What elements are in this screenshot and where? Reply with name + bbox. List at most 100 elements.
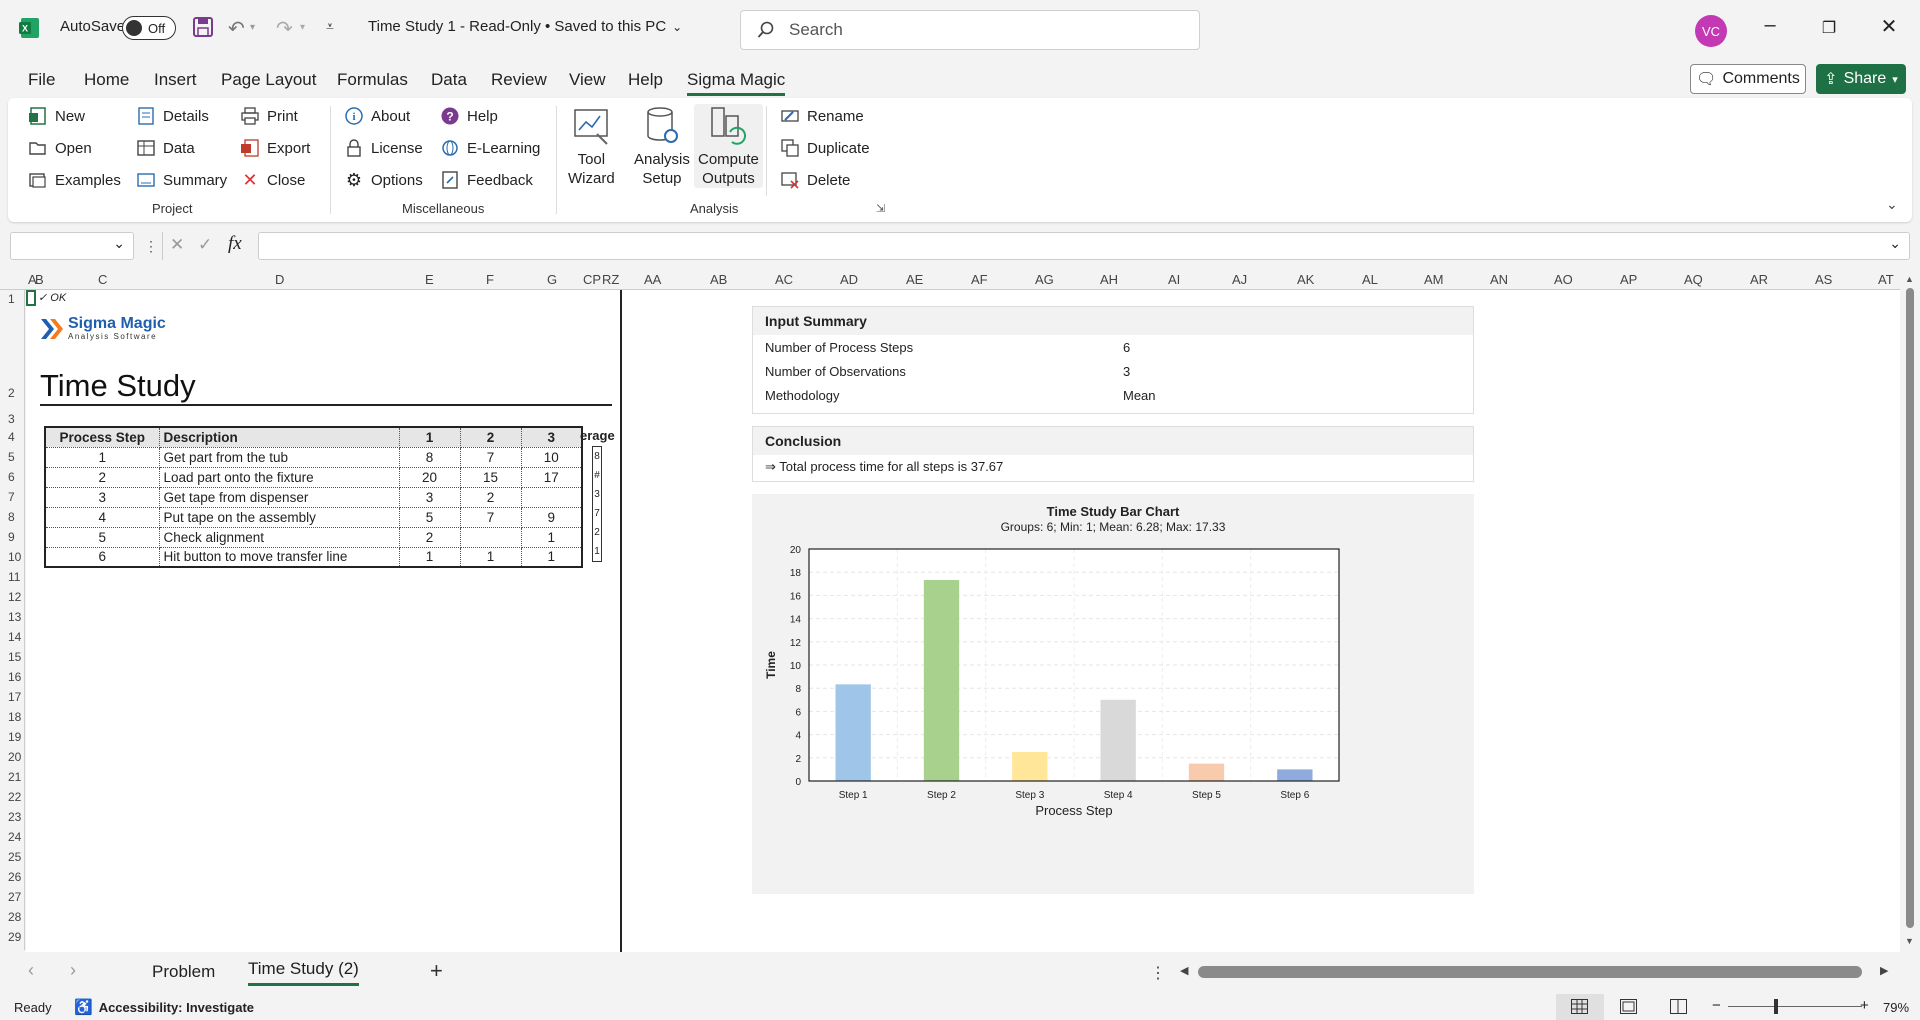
customize-qat-icon[interactable]: ⩡ <box>326 18 334 35</box>
document-title[interactable]: Time Study 1 - Read-Only • Saved to this… <box>368 18 682 35</box>
cell-obs[interactable]: 1 <box>398 546 461 568</box>
cell-obs[interactable]: 3 <box>398 486 461 508</box>
row-header[interactable]: 2 <box>8 386 15 400</box>
row-header[interactable]: 22 <box>8 790 21 804</box>
zoom-level[interactable]: 79% <box>1883 1000 1909 1015</box>
col-header-b[interactable]: B <box>35 272 44 287</box>
tab-time-study-2[interactable]: Time Study (2) <box>248 959 359 986</box>
average-cell[interactable]: 7 <box>593 504 601 523</box>
details-button[interactable]: Details <box>136 106 209 126</box>
cell-obs[interactable]: 1 <box>459 546 522 568</box>
row-header[interactable]: 7 <box>8 490 15 504</box>
cell-obs[interactable]: 20 <box>398 466 461 488</box>
scroll-down-icon[interactable]: ▼ <box>1905 936 1914 946</box>
menu-home[interactable]: Home <box>84 70 129 90</box>
row-header[interactable]: 4 <box>8 430 15 444</box>
cell-step[interactable]: 2 <box>44 466 160 488</box>
redo-dropdown-icon[interactable]: ▾ <box>300 22 305 33</box>
col-header-ab[interactable]: AB <box>710 272 727 287</box>
cell-description[interactable]: Get part from the tub <box>158 446 400 468</box>
header-obs-1[interactable]: 1 <box>398 426 461 448</box>
row-header[interactable]: 12 <box>8 590 21 604</box>
row-header[interactable]: 14 <box>8 630 21 644</box>
zoom-out-icon[interactable]: − <box>1712 997 1721 1014</box>
col-header-rz[interactable]: RZ <box>602 272 619 287</box>
row-header[interactable]: 16 <box>8 670 21 684</box>
examples-button[interactable]: Examples <box>28 170 121 190</box>
close-window-icon[interactable]: ✕ <box>1874 14 1904 39</box>
menu-page-layout[interactable]: Page Layout <box>221 70 316 90</box>
average-cell[interactable]: 3 <box>593 485 601 504</box>
average-cell[interactable]: 1 <box>593 542 601 561</box>
col-header-cp[interactable]: CP <box>583 272 601 287</box>
comments-button[interactable]: 🗨 Comments <box>1690 64 1806 94</box>
cell-description[interactable]: Put tape on the assembly <box>158 506 400 528</box>
cell-obs[interactable]: 2 <box>459 486 522 508</box>
cell-obs[interactable] <box>520 486 583 508</box>
row-header[interactable]: 17 <box>8 690 21 704</box>
help-button[interactable]: ? Help <box>440 106 498 126</box>
row-header[interactable]: 11 <box>8 570 20 584</box>
col-header-ae[interactable]: AE <box>906 272 923 287</box>
cell-obs[interactable]: 17 <box>520 466 583 488</box>
cell-obs[interactable]: 15 <box>459 466 522 488</box>
row-header[interactable]: 20 <box>8 750 21 764</box>
menu-view[interactable]: View <box>569 70 606 90</box>
vertical-scroll-thumb[interactable] <box>1906 288 1914 928</box>
cell-obs[interactable]: 5 <box>398 506 461 528</box>
tab-problem[interactable]: Problem <box>152 962 215 982</box>
row-header[interactable]: 13 <box>8 610 21 624</box>
col-header-ad[interactable]: AD <box>840 272 858 287</box>
export-button[interactable]: Export <box>240 138 310 158</box>
row-header[interactable]: 9 <box>8 530 15 544</box>
cell-obs[interactable]: 9 <box>520 506 583 528</box>
row-header[interactable]: 23 <box>8 810 21 824</box>
print-button[interactable]: Print <box>240 106 298 126</box>
cell-description[interactable]: Load part onto the fixture <box>158 466 400 488</box>
row-header[interactable]: 25 <box>8 850 21 864</box>
row-header[interactable]: 1 <box>8 292 15 306</box>
compute-outputs-button[interactable]: Compute Outputs <box>694 104 763 188</box>
bar-step-4[interactable] <box>1100 699 1136 781</box>
col-header-aq[interactable]: AQ <box>1684 272 1703 287</box>
accessibility-status[interactable]: ♿ Accessibility: Investigate <box>74 998 254 1016</box>
row-header[interactable]: 28 <box>8 910 21 924</box>
horizontal-scrollbar[interactable] <box>1186 966 1866 978</box>
col-header-aa[interactable]: AA <box>644 272 661 287</box>
menu-formulas[interactable]: Formulas <box>337 70 408 90</box>
cell-step[interactable]: 6 <box>44 546 160 568</box>
average-cell[interactable]: 8 <box>593 447 601 466</box>
col-header-al[interactable]: AL <box>1362 272 1378 287</box>
row-header[interactable]: 6 <box>8 470 15 484</box>
bar-step-2[interactable] <box>923 579 960 781</box>
col-header-ak[interactable]: AK <box>1297 272 1314 287</box>
vertical-scrollbar[interactable]: ▲ ▼ <box>1900 268 1920 952</box>
horizontal-scroll-thumb[interactable] <box>1198 966 1862 978</box>
tab-scroll-left-icon[interactable]: ‹ <box>28 960 34 981</box>
data-button[interactable]: Data <box>136 138 195 158</box>
col-header-ac[interactable]: AC <box>775 272 793 287</box>
options-button[interactable]: ⚙ Options <box>344 170 423 190</box>
col-header-c[interactable]: C <box>98 272 107 287</box>
col-header-an[interactable]: AN <box>1490 272 1508 287</box>
cell-description[interactable]: Hit button to move transfer line <box>158 546 400 568</box>
row-header[interactable]: 15 <box>8 650 21 664</box>
share-button[interactable]: ⇪ Share ▾ <box>1816 64 1906 94</box>
undo-icon[interactable]: ↶ <box>228 16 245 41</box>
open-button[interactable]: Open <box>28 138 92 158</box>
cell-obs[interactable] <box>459 526 522 548</box>
row-header[interactable]: 8 <box>8 510 15 524</box>
bar-step-1[interactable] <box>835 684 871 781</box>
col-header-am[interactable]: AM <box>1424 272 1444 287</box>
col-header-ai[interactable]: AI <box>1168 272 1180 287</box>
feedback-button[interactable]: Feedback <box>440 170 533 190</box>
row-header[interactable]: 5 <box>8 450 15 464</box>
header-obs-2[interactable]: 2 <box>459 426 522 448</box>
cell-step[interactable]: 5 <box>44 526 160 548</box>
average-cell[interactable]: 2 <box>593 523 601 542</box>
add-sheet-icon[interactable]: + <box>430 958 443 984</box>
cell-step[interactable]: 1 <box>44 446 160 468</box>
row-header[interactable]: 29 <box>8 930 21 944</box>
menu-sigma-magic[interactable]: Sigma Magic <box>687 70 786 96</box>
row-header[interactable]: 19 <box>8 730 21 744</box>
